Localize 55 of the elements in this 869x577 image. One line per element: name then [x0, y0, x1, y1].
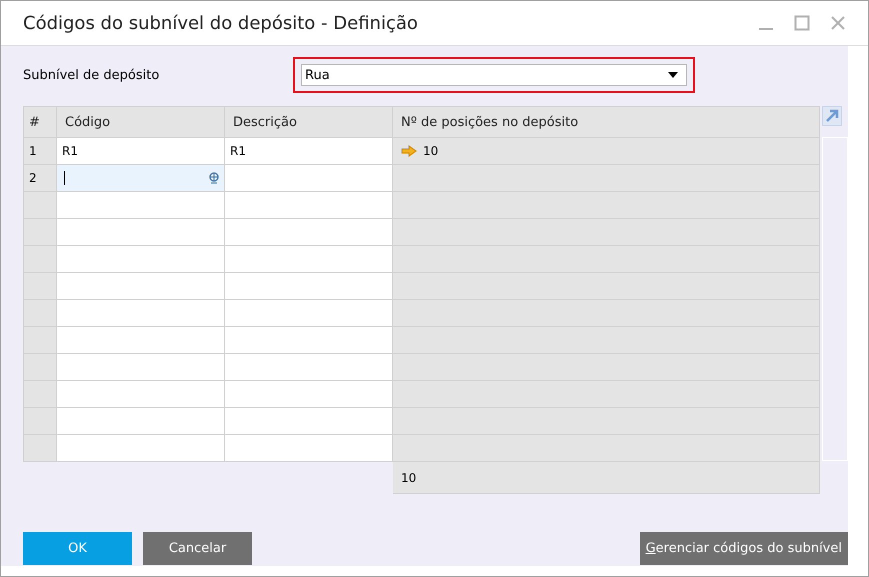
row-number-cell[interactable] — [23, 354, 57, 381]
row-number-cell[interactable] — [23, 192, 57, 219]
table-cell[interactable] — [225, 192, 393, 219]
row-number-cell[interactable] — [23, 273, 57, 300]
table-cell[interactable] — [225, 300, 393, 327]
table-cell[interactable] — [57, 300, 225, 327]
table-cell[interactable] — [225, 381, 393, 408]
table-cell[interactable] — [225, 273, 393, 300]
row-number-cell[interactable] — [23, 327, 57, 354]
table-cell[interactable]: R1 — [57, 138, 225, 165]
close-icon[interactable] — [830, 15, 846, 31]
table-cell[interactable] — [57, 165, 225, 192]
table-cell[interactable] — [57, 192, 225, 219]
dialog-button[interactable]: Cancelar — [143, 532, 252, 565]
table-cell[interactable] — [57, 435, 225, 462]
column-header: Nº de posições no depósito — [393, 106, 820, 138]
table-cell[interactable] — [225, 219, 393, 246]
row-number-cell[interactable] — [23, 300, 57, 327]
text-cursor — [64, 171, 65, 185]
table-cell[interactable] — [225, 408, 393, 435]
column-header: Descrição — [225, 106, 393, 138]
table-cell[interactable] — [57, 246, 225, 273]
row-number[interactable]: 1 — [23, 138, 57, 165]
table-cell[interactable] — [225, 246, 393, 273]
total-cell: 10 — [393, 462, 820, 494]
dropdown-arrow-icon — [668, 72, 678, 78]
table-cell[interactable] — [57, 219, 225, 246]
column-header: Código — [57, 106, 225, 138]
table-cell[interactable] — [57, 273, 225, 300]
table-cell[interactable] — [57, 381, 225, 408]
row-number-cell[interactable] — [23, 408, 57, 435]
row-number-cell[interactable] — [23, 246, 57, 273]
table-cell[interactable] — [57, 327, 225, 354]
dialog-button[interactable]: Gerenciar códigos do subnível — [640, 532, 848, 565]
table-cell[interactable] — [57, 354, 225, 381]
table-cell[interactable] — [225, 165, 393, 192]
table-cell[interactable] — [57, 408, 225, 435]
table-cell[interactable] — [225, 435, 393, 462]
cell-value: 10 — [423, 144, 438, 158]
row-number-cell[interactable] — [23, 435, 57, 462]
cell-value: R1 — [62, 144, 78, 158]
column-header: # — [23, 106, 57, 138]
window-title: Códigos do subnível do depósito - Definição — [23, 12, 418, 34]
table-cell[interactable]: R1 — [225, 138, 393, 165]
globe-icon[interactable] — [208, 172, 220, 184]
dropdown-field[interactable]: Rua — [301, 64, 687, 86]
row-number[interactable]: 2 — [23, 165, 57, 192]
dropdown-value: Rua — [305, 68, 330, 82]
table-cell[interactable] — [225, 327, 393, 354]
maximize-icon[interactable] — [794, 15, 810, 31]
row-number-cell[interactable] — [23, 381, 57, 408]
field-label: Subnível de depósito — [23, 68, 160, 82]
link-arrow-icon[interactable] — [401, 145, 417, 157]
row-number-cell[interactable] — [23, 219, 57, 246]
table-cell[interactable] — [225, 354, 393, 381]
